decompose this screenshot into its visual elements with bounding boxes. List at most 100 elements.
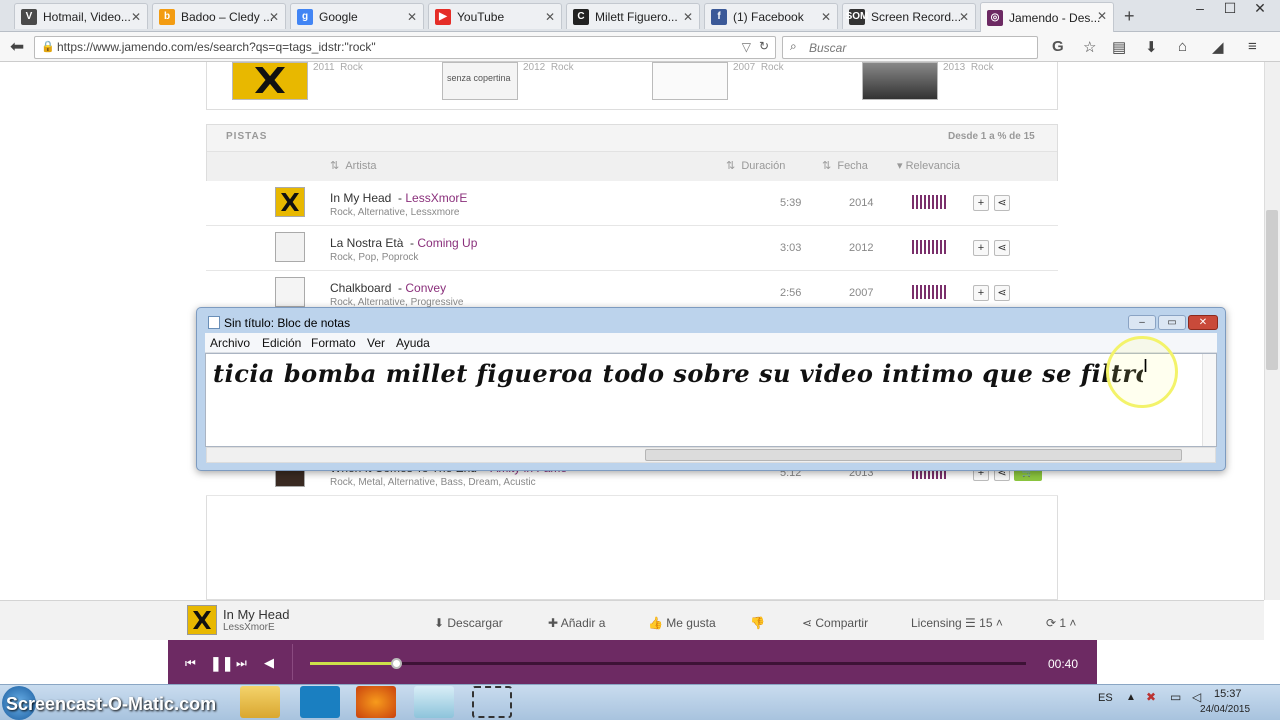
- player-track[interactable]: In My Head: [223, 607, 289, 622]
- dislike-icon[interactable]: 👎: [750, 616, 765, 630]
- menu-icon[interactable]: ≡: [1248, 38, 1257, 55]
- sort-artist[interactable]: ⇅ Artista: [330, 159, 377, 172]
- share-button[interactable]: ⋖ Compartir: [802, 616, 868, 630]
- notepad-vscroll[interactable]: [1202, 354, 1216, 446]
- notepad-close-button[interactable]: ✕: [1188, 315, 1218, 330]
- player-artist[interactable]: LessXmorE: [223, 622, 275, 633]
- track-artist[interactable]: LessXmorE: [405, 191, 467, 205]
- notepad-hscroll-thumb[interactable]: [645, 449, 1182, 461]
- page-scrollbar-thumb[interactable]: [1266, 210, 1278, 370]
- tab-2[interactable]: g Google ✕: [290, 3, 424, 29]
- sort-relevance[interactable]: ▾ Relevancia: [897, 159, 960, 172]
- speaker-icon[interactable]: ◁: [1192, 690, 1201, 704]
- clock-time[interactable]: 15:37: [1214, 688, 1242, 700]
- album-cover[interactable]: [652, 62, 728, 100]
- notepad-icon: [208, 316, 220, 329]
- tab-3[interactable]: ▶ YouTube ✕: [428, 3, 562, 29]
- tab-close-icon[interactable]: ✕: [821, 10, 831, 24]
- tab-1[interactable]: b Badoo – Cledy ... ✕: [152, 3, 286, 29]
- search-input[interactable]: ⌕ Buscar: [782, 36, 1038, 59]
- table-row[interactable]: In My Head - LessXmorE Rock, Alternative,…: [206, 181, 1058, 226]
- reload-icon[interactable]: ↻: [759, 39, 769, 53]
- elapsed-time: 00:40: [1048, 657, 1079, 671]
- table-row[interactable]: La Nostra Età - Coming Up Rock, Pop, Popr…: [206, 226, 1058, 271]
- album-cover[interactable]: [232, 62, 308, 100]
- menu-ver[interactable]: Ver: [367, 336, 385, 350]
- album-cover[interactable]: [862, 62, 938, 100]
- tab-close-icon[interactable]: ✕: [959, 10, 969, 24]
- network-icon[interactable]: ✖: [1146, 690, 1156, 704]
- notepad-taskbar-icon[interactable]: [414, 686, 454, 718]
- album-cover[interactable]: senza copertina: [442, 62, 518, 100]
- menu-edicion[interactable]: Edición: [262, 336, 301, 350]
- clock-date[interactable]: 24/04/2015: [1200, 704, 1250, 715]
- dropdown-icon[interactable]: ▽: [742, 40, 751, 54]
- bookmark-star-icon[interactable]: ☆: [1083, 38, 1096, 56]
- tab-4[interactable]: C Milett Figuero... ✕: [566, 3, 700, 29]
- menu-archivo[interactable]: Archivo: [210, 336, 250, 350]
- add-track-button[interactable]: +: [973, 195, 989, 211]
- firefox-icon[interactable]: [356, 686, 396, 718]
- track-artist[interactable]: Coming Up: [417, 236, 477, 250]
- pause-icon[interactable]: ❚❚: [210, 655, 233, 672]
- tab-close-icon[interactable]: ✕: [683, 10, 693, 24]
- menu-ayuda[interactable]: Ayuda: [396, 336, 430, 350]
- tab-close-icon[interactable]: ✕: [407, 10, 417, 24]
- notepad-minimize-button[interactable]: –: [1128, 315, 1156, 330]
- sort-date[interactable]: ⇅ Fecha: [822, 159, 868, 172]
- tab-label: Google: [319, 9, 358, 24]
- menu-formato[interactable]: Formato: [311, 336, 356, 350]
- add-to-button[interactable]: ✚ Añadir a: [548, 616, 605, 630]
- language-indicator[interactable]: ES: [1098, 692, 1113, 704]
- tab-6[interactable]: SOM Screen Record... ✕: [842, 3, 976, 29]
- share-track-button[interactable]: ⋖: [994, 195, 1010, 211]
- explorer-icon[interactable]: [240, 686, 280, 718]
- maxthon-icon[interactable]: [300, 686, 340, 718]
- search-placeholder: Buscar: [809, 41, 847, 55]
- share-track-button[interactable]: ⋖: [994, 240, 1010, 256]
- like-button[interactable]: 👍 Me gusta: [648, 616, 716, 630]
- translate-icon[interactable]: G: [1052, 38, 1064, 55]
- track-title[interactable]: Chalkboard - Convey: [330, 281, 446, 295]
- tab-5[interactable]: f (1) Facebook ✕: [704, 3, 838, 29]
- share-track-button[interactable]: ⋖: [994, 285, 1010, 301]
- track-cover[interactable]: [275, 277, 305, 307]
- progress-knob[interactable]: [391, 658, 402, 669]
- next-icon[interactable]: ⏭: [236, 656, 247, 671]
- close-window-button[interactable]: ✕: [1240, 0, 1280, 20]
- tray-arrow-icon[interactable]: ▲: [1126, 692, 1136, 703]
- monitor-icon[interactable]: ▭: [1170, 690, 1181, 704]
- previous-icon[interactable]: ⏮: [185, 656, 196, 671]
- track-title[interactable]: In My Head - LessXmorE: [330, 191, 467, 205]
- download-button[interactable]: ⬇ Descargar: [434, 616, 503, 630]
- notepad-text: ticia bomba millet figueroa todo sobre s…: [213, 359, 1143, 388]
- tab-0[interactable]: V Hotmail, Video... ✕: [14, 3, 148, 29]
- home-icon[interactable]: ⌂: [1178, 38, 1187, 55]
- new-tab-button[interactable]: +: [1124, 6, 1135, 27]
- reading-list-icon[interactable]: ▤: [1112, 38, 1126, 56]
- tab-close-icon[interactable]: ✕: [269, 10, 279, 24]
- add-track-button[interactable]: +: [973, 240, 989, 256]
- add-track-button[interactable]: +: [973, 285, 989, 301]
- queue-button[interactable]: ⟳ 1 ˄: [1046, 616, 1076, 630]
- notepad-maximize-button[interactable]: ▭: [1158, 315, 1186, 330]
- download-icon[interactable]: ⬇: [1145, 38, 1158, 56]
- track-title[interactable]: La Nostra Età - Coming Up: [330, 236, 477, 250]
- tab-7[interactable]: ◎ Jamendo - Des... ✕: [980, 2, 1114, 32]
- tab-favicon-icon: SOM: [846, 8, 868, 25]
- tab-close-icon[interactable]: ✕: [1097, 9, 1107, 23]
- sort-duration[interactable]: ⇅ Duración: [726, 159, 785, 172]
- screen-recorder-icon[interactable]: [472, 686, 512, 718]
- url-field[interactable]: 🔒 https://www.jamendo.com/es/search?qs=q…: [34, 36, 776, 59]
- send-icon[interactable]: ◢: [1212, 38, 1224, 56]
- player-cover[interactable]: [187, 605, 217, 635]
- track-cover[interactable]: [275, 187, 305, 217]
- track-artist[interactable]: Convey: [405, 281, 446, 295]
- track-cover[interactable]: [275, 232, 305, 262]
- progress-track[interactable]: [310, 662, 1026, 665]
- tab-close-icon[interactable]: ✕: [545, 10, 555, 24]
- tab-close-icon[interactable]: ✕: [131, 10, 141, 24]
- volume-icon[interactable]: ◀: [264, 655, 274, 671]
- licensing-button[interactable]: Licensing ☰ 15 ˄: [911, 616, 1003, 630]
- back-icon[interactable]: ⬅: [10, 37, 24, 57]
